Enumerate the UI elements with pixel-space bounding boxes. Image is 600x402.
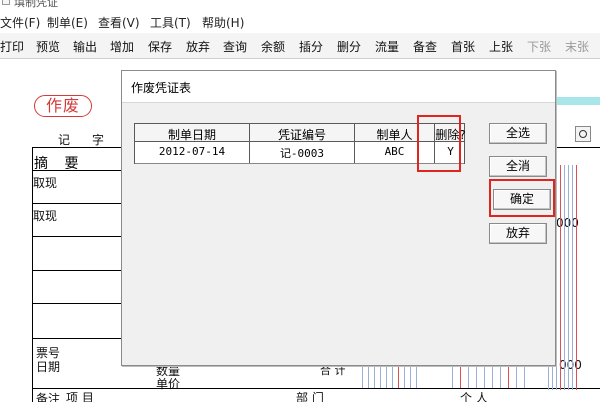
reference-button[interactable]: 备查	[413, 38, 437, 55]
unit-price-label: 单价	[156, 377, 181, 391]
voucher-type-zi: 字	[92, 133, 105, 147]
col-date-header[interactable]: 制单日期	[135, 126, 249, 142]
window-titlebar: 填制凭证	[0, 0, 600, 9]
preview-button[interactable]: 预览	[36, 38, 60, 55]
prev-button[interactable]: 上张	[489, 38, 513, 55]
add-button[interactable]: 增加	[110, 38, 134, 55]
cell-maker[interactable]: ABC	[355, 145, 434, 159]
person-label: 个 人	[460, 391, 488, 402]
row-divider	[32, 270, 122, 271]
balance-button[interactable]: 余额	[261, 38, 285, 55]
row-divider	[135, 163, 464, 164]
select-all-button[interactable]: 全选	[489, 123, 547, 144]
department-label: 部 门	[296, 391, 324, 402]
menu-voucher[interactable]: 制单(E)	[47, 14, 88, 31]
header-accent	[556, 97, 600, 105]
toolbar: 打印 预览 输出 增加 保存 放弃 查询 余额 插分 删分 流量 备查 首张 上…	[0, 33, 600, 59]
document-icon	[2, 0, 10, 5]
delete-entry-button[interactable]: 删分	[337, 38, 361, 55]
void-voucher-grid: 制单日期 凭证编号 制单人 删除? 2012-07-14 记-0003 ABC …	[134, 123, 466, 164]
cell-delete-flag[interactable]: Y	[435, 145, 466, 159]
query-button[interactable]: 查询	[223, 38, 247, 55]
clear-all-button[interactable]: 全消	[489, 156, 547, 177]
last-button[interactable]: 末张	[565, 38, 589, 55]
col-voucher-no-header[interactable]: 凭证编号	[250, 126, 354, 142]
cancel-button[interactable]: 放弃	[489, 223, 547, 244]
col-maker-header[interactable]: 制单人	[355, 126, 434, 142]
confirm-button[interactable]: 确定	[493, 189, 551, 210]
menu-help[interactable]: 帮助(H)	[202, 14, 244, 31]
menu-bar: 文件(F) 制单(E) 查看(V) 工具(T) 帮助(H)	[0, 11, 600, 31]
menu-view[interactable]: 查看(V)	[98, 14, 140, 31]
cell-date[interactable]: 2012-07-14	[135, 145, 249, 159]
search-icon[interactable]	[575, 126, 591, 142]
row-divider	[32, 170, 122, 171]
first-button[interactable]: 首张	[451, 38, 475, 55]
row-summary-2[interactable]: 取现	[33, 207, 57, 224]
insert-entry-button[interactable]: 插分	[299, 38, 323, 55]
menu-tools[interactable]: 工具(T)	[150, 14, 191, 31]
row-divider	[32, 338, 122, 339]
row-divider	[32, 303, 122, 304]
discard-button[interactable]: 放弃	[186, 38, 210, 55]
project-label: 项 目	[66, 391, 94, 402]
voucher-type-ji: 记	[58, 133, 71, 147]
menu-file[interactable]: 文件(F)	[0, 14, 40, 31]
dialog-titlebar[interactable]: 作废凭证表	[122, 71, 555, 103]
next-button[interactable]: 下张	[527, 38, 551, 55]
export-button[interactable]: 输出	[73, 38, 97, 55]
print-button[interactable]: 打印	[0, 38, 24, 55]
row-divider	[32, 236, 122, 237]
dialog-title: 作废凭证表	[131, 81, 192, 95]
window-title: 填制凭证	[14, 0, 58, 9]
cashflow-button[interactable]: 流量	[375, 38, 399, 55]
void-voucher-dialog: 作废凭证表 制单日期 凭证编号 制单人 删除? 2012-07-14 记-000…	[121, 70, 556, 366]
void-stamp: 作废	[34, 95, 92, 117]
date-label: 日期	[36, 360, 61, 374]
cell-voucher-no[interactable]: 记-0003	[250, 145, 354, 160]
col-delete-header[interactable]: 删除?	[435, 126, 466, 140]
row-divider	[32, 203, 122, 204]
save-button[interactable]: 保存	[148, 38, 172, 55]
row-summary-1[interactable]: 取现	[33, 174, 57, 191]
note-label: 备注	[36, 392, 61, 402]
